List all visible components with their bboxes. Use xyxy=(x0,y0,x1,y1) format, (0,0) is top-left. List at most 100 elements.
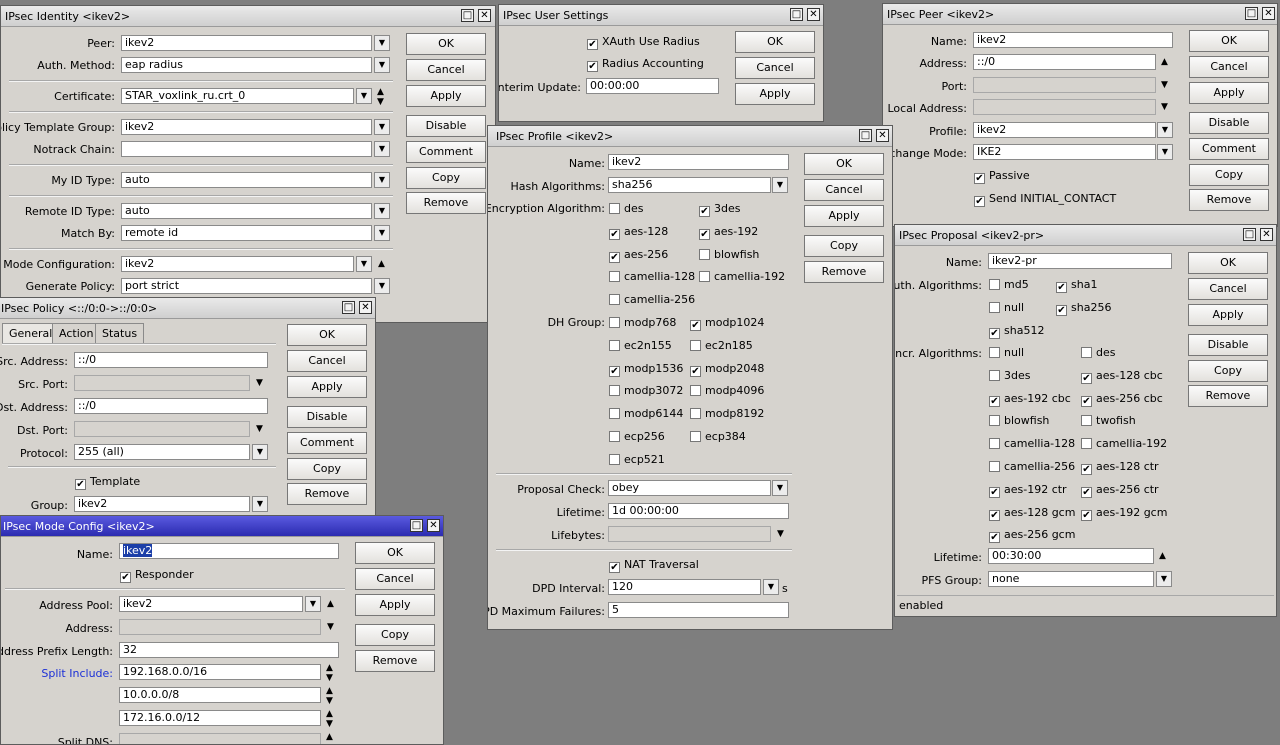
lifetime-field[interactable]: 1d 00:00:00 xyxy=(608,503,789,519)
option-checkbox[interactable]: ✔ sha1 xyxy=(1056,278,1097,293)
updown-arrows-icon[interactable]: ▲ ▼ xyxy=(377,87,384,107)
option-checkbox[interactable]: modp768 xyxy=(609,316,676,329)
cancel-button[interactable]: Cancel xyxy=(287,350,367,372)
down-arrow-icon[interactable]: ▼ xyxy=(256,424,263,434)
apply-button[interactable]: Apply xyxy=(735,83,815,105)
option-checkbox[interactable]: ✔ 3des xyxy=(699,202,740,217)
down-arrow-icon[interactable]: ▼ xyxy=(1161,102,1168,112)
tab-general[interactable]: General xyxy=(2,323,60,343)
updown-arrows-icon[interactable]: ▲ ▼ xyxy=(326,709,333,729)
minimize-icon[interactable]: □ xyxy=(1243,228,1256,241)
copy-button[interactable]: Copy xyxy=(406,167,486,189)
hash-algorithms-field[interactable]: sha256 xyxy=(608,177,771,193)
apply-button[interactable]: Apply xyxy=(287,376,367,398)
cancel-button[interactable]: Cancel xyxy=(1188,278,1268,300)
cancel-button[interactable]: Cancel xyxy=(804,179,884,201)
auth-method-dropdown[interactable]: ▼ xyxy=(374,57,390,73)
option-checkbox[interactable]: ✔ aes-128 gcm xyxy=(989,506,1075,521)
option-checkbox[interactable]: modp4096 xyxy=(690,384,764,397)
split-include-label[interactable]: Split Include: xyxy=(41,667,113,680)
proposal-check-dropdown[interactable]: ▼ xyxy=(772,480,788,496)
prefix-length-field[interactable]: 32 xyxy=(119,642,339,658)
mode-address-field[interactable] xyxy=(119,619,321,635)
apply-button[interactable]: Apply xyxy=(1188,304,1268,326)
notrack-chain-dropdown[interactable]: ▼ xyxy=(374,141,390,157)
remove-button[interactable]: Remove xyxy=(1189,189,1269,211)
peer-profile-field[interactable]: ikev2 xyxy=(973,122,1156,138)
copy-button[interactable]: Copy xyxy=(287,458,367,480)
up-arrow-icon[interactable]: ▲ xyxy=(327,599,334,609)
option-checkbox[interactable]: ✔ aes-192 xyxy=(699,225,758,240)
close-icon[interactable]: ✕ xyxy=(876,129,889,142)
option-checkbox[interactable]: camellia-128 xyxy=(609,270,695,283)
disable-button[interactable]: Disable xyxy=(1188,334,1268,356)
up-arrow-icon[interactable]: ▲ xyxy=(1161,57,1168,67)
peer-field[interactable]: ikev2 xyxy=(121,35,372,51)
certificate-dropdown[interactable]: ▼ xyxy=(356,88,372,104)
copy-button[interactable]: Copy xyxy=(1189,164,1269,186)
my-id-type-field[interactable]: auto xyxy=(121,172,372,188)
apply-button[interactable]: Apply xyxy=(1189,82,1269,104)
option-checkbox[interactable]: ✔ aes-192 ctr xyxy=(989,483,1067,498)
option-checkbox[interactable]: ✔ modp1536 xyxy=(609,362,683,377)
initial-contact-checkbox[interactable]: ✔ Send INITIAL_CONTACT xyxy=(974,192,1116,207)
remote-id-type-dropdown[interactable]: ▼ xyxy=(374,203,390,219)
updown-arrows-icon[interactable]: ▲ xyxy=(326,732,333,742)
ok-button[interactable]: OK xyxy=(355,542,435,564)
down-arrow-icon[interactable]: ▼ xyxy=(256,378,263,388)
mode-config-titlebar[interactable]: IPsec Mode Config <ikev2> □ ✕ xyxy=(1,516,443,537)
notrack-chain-field[interactable] xyxy=(121,141,372,157)
peer-profile-dropdown[interactable]: ▼ xyxy=(1157,122,1173,138)
tab-action[interactable]: Action xyxy=(52,323,101,343)
comment-button[interactable]: Comment xyxy=(406,141,486,163)
option-checkbox[interactable]: modp3072 xyxy=(609,384,683,397)
radius-accounting-checkbox[interactable]: ✔ Radius Accounting xyxy=(587,57,704,72)
mode-config-field[interactable]: ikev2 xyxy=(121,256,354,272)
profile-name-field[interactable]: ikev2 xyxy=(608,154,789,170)
auth-method-field[interactable]: eap radius xyxy=(121,57,372,73)
option-checkbox[interactable]: twofish xyxy=(1081,414,1136,427)
dpd-interval-dropdown[interactable]: ▼ xyxy=(763,579,779,595)
close-icon[interactable]: ✕ xyxy=(1262,7,1275,20)
apply-button[interactable]: Apply xyxy=(804,205,884,227)
hash-algorithms-dropdown[interactable]: ▼ xyxy=(772,177,788,193)
option-checkbox[interactable]: ec2n185 xyxy=(690,339,753,352)
pfs-group-field[interactable]: none xyxy=(988,571,1154,587)
lifebytes-field[interactable] xyxy=(608,526,771,542)
certificate-field[interactable]: STAR_voxlink_ru.crt_0 xyxy=(121,88,354,104)
close-icon[interactable]: ✕ xyxy=(359,301,372,314)
ok-button[interactable]: OK xyxy=(287,324,367,346)
up-arrow-icon[interactable]: ▲ xyxy=(378,259,385,269)
proposal-check-field[interactable]: obey xyxy=(608,480,771,496)
close-icon[interactable]: ✕ xyxy=(807,8,820,21)
option-checkbox[interactable]: des xyxy=(609,202,643,215)
generate-policy-field[interactable]: port strict xyxy=(121,278,372,294)
option-checkbox[interactable]: ✔ sha256 xyxy=(1056,301,1111,316)
option-checkbox[interactable]: ✔ aes-192 cbc xyxy=(989,392,1071,407)
ok-button[interactable]: OK xyxy=(735,31,815,53)
option-checkbox[interactable]: ecp521 xyxy=(609,453,665,466)
apply-button[interactable]: Apply xyxy=(355,594,435,616)
mode-config-dropdown[interactable]: ▼ xyxy=(356,256,372,272)
policy-titlebar[interactable]: IPsec Policy <::/0:0->::/0:0> □ ✕ xyxy=(0,298,375,319)
option-checkbox[interactable]: camellia-192 xyxy=(699,270,785,283)
ok-button[interactable]: OK xyxy=(804,153,884,175)
comment-button[interactable]: Comment xyxy=(1189,138,1269,160)
option-checkbox[interactable]: camellia-256 xyxy=(609,293,695,306)
option-checkbox[interactable]: ec2n155 xyxy=(609,339,672,352)
option-checkbox[interactable]: blowfish xyxy=(699,248,759,261)
peer-exchange-mode-field[interactable]: IKE2 xyxy=(973,144,1156,160)
dpd-max-failures-field[interactable]: 5 xyxy=(608,602,789,618)
dst-address-field[interactable]: ::/0 xyxy=(74,398,268,414)
updown-arrows-icon[interactable]: ▲ ▼ xyxy=(326,686,333,706)
remove-button[interactable]: Remove xyxy=(406,192,486,214)
peer-dropdown[interactable]: ▼ xyxy=(374,35,390,51)
minimize-icon[interactable]: □ xyxy=(410,519,423,532)
remote-id-type-field[interactable]: auto xyxy=(121,203,372,219)
down-arrow-icon[interactable]: ▼ xyxy=(1161,80,1168,90)
dpd-interval-field[interactable]: 120 xyxy=(608,579,761,595)
peer-port-field[interactable] xyxy=(973,77,1156,93)
option-checkbox[interactable]: ecp256 xyxy=(609,430,665,443)
peer-address-field[interactable]: ::/0 xyxy=(973,54,1156,70)
ok-button[interactable]: OK xyxy=(1189,30,1269,52)
